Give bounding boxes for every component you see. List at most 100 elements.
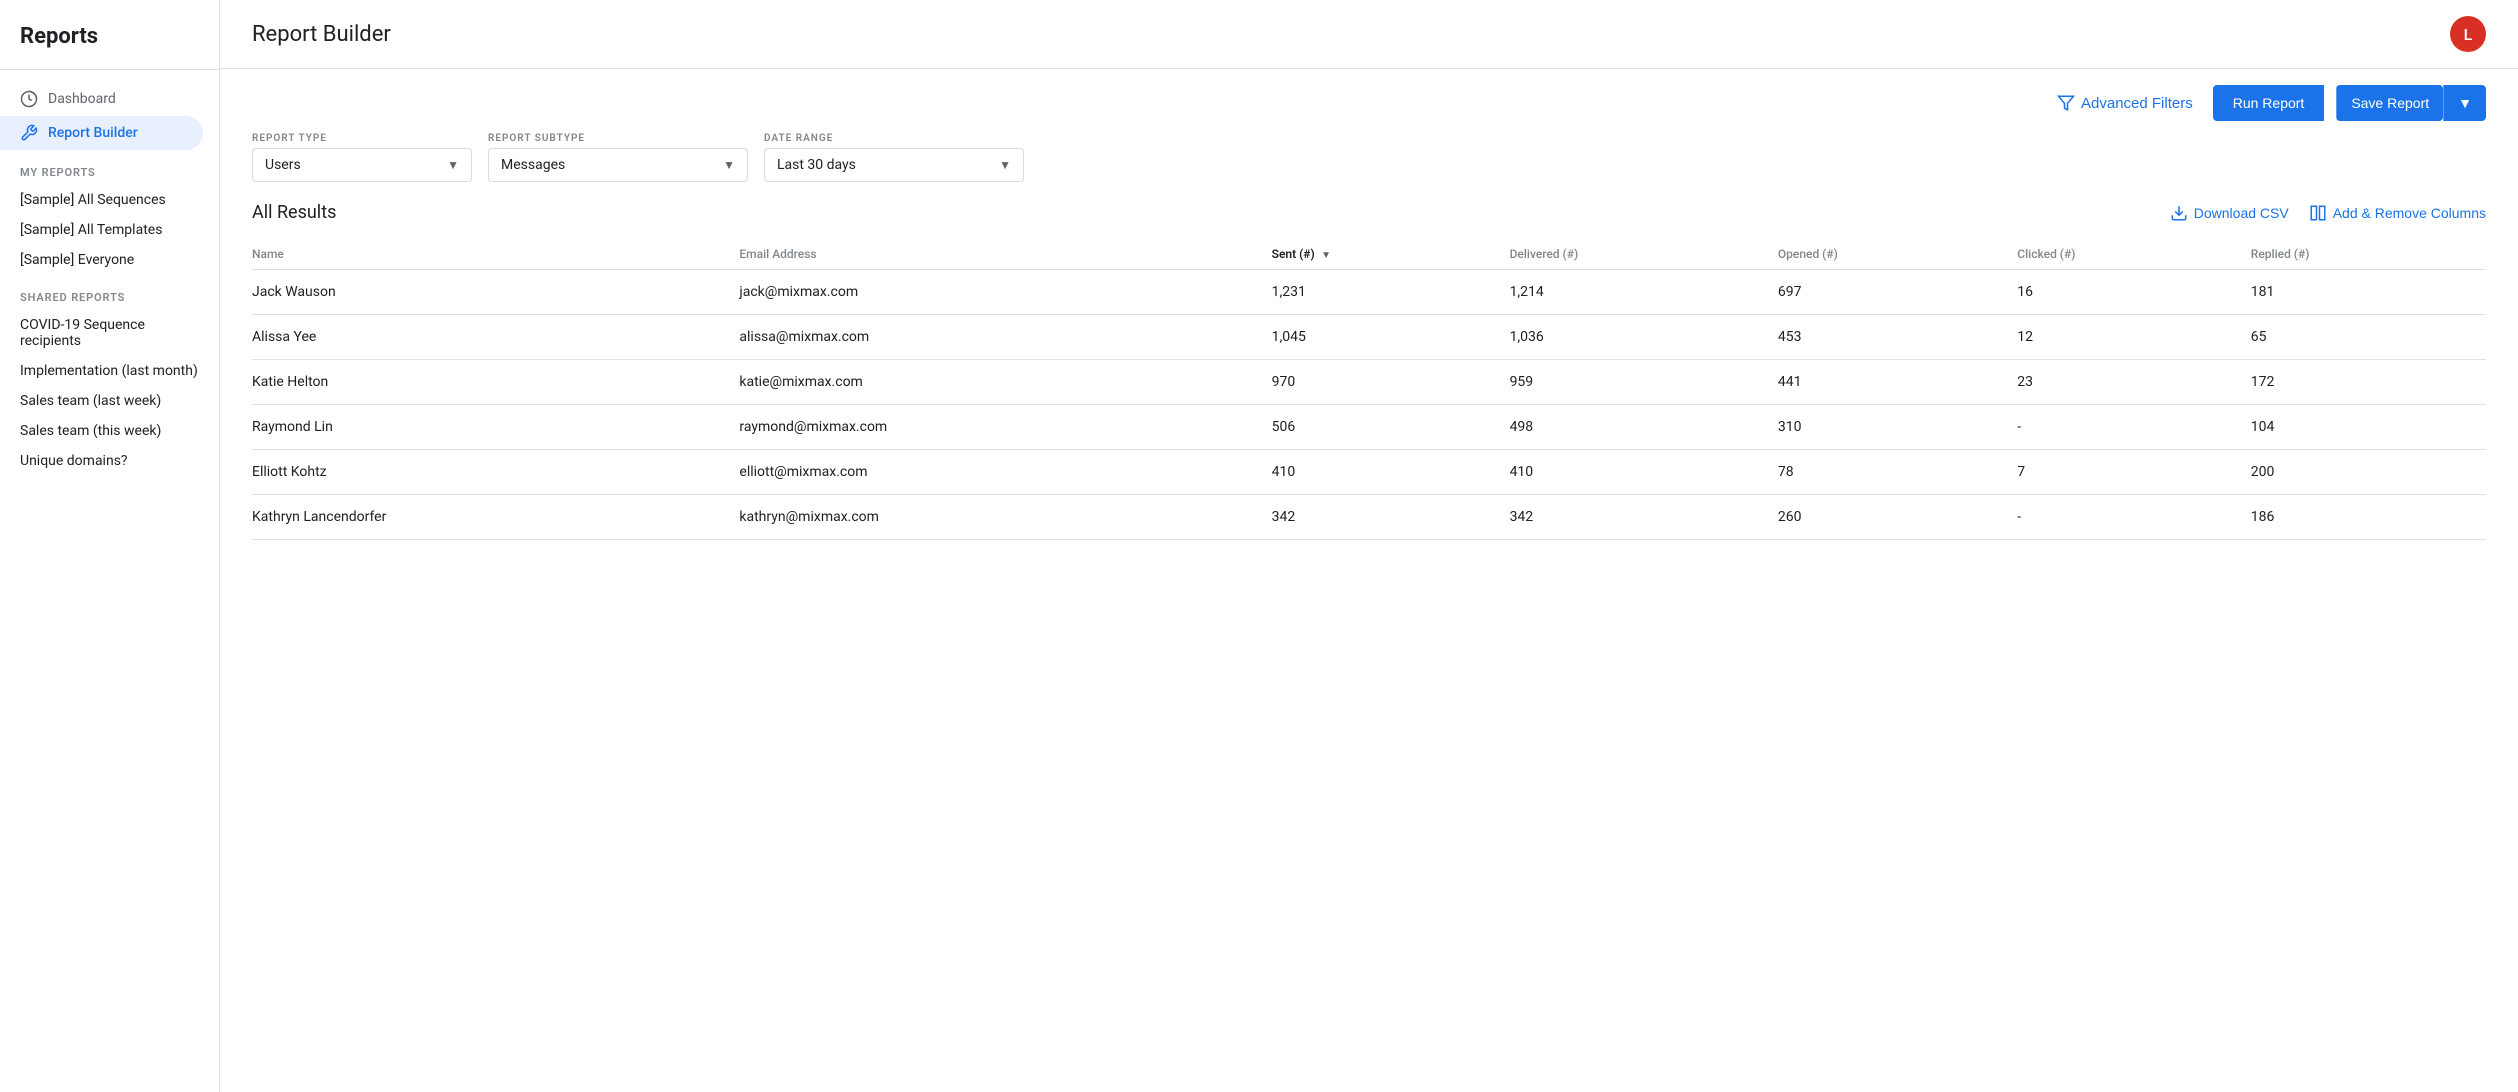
date-range-select[interactable]: Last 30 days ▼ (764, 148, 1024, 182)
dashboard-icon (20, 90, 38, 108)
table-row: Katie Heltonkatie@mixmax.com970959441231… (252, 360, 2486, 405)
sidebar-item-report-builder-label: Report Builder (48, 125, 138, 141)
shared-reports-list: COVID-19 Sequence recipientsImplementati… (0, 310, 219, 476)
cell-email: elliott@mixmax.com (739, 450, 1271, 495)
cell-email: jack@mixmax.com (739, 270, 1271, 315)
save-report-group: Save Report ▼ (2336, 85, 2486, 121)
cell-sent: 506 (1272, 405, 1510, 450)
cell-opened: 453 (1778, 315, 2017, 360)
sidebar: Reports Dashboard (0, 0, 220, 1092)
cell-opened: 260 (1778, 495, 2017, 540)
results-actions: Download CSV Add & Remove Columns (2170, 204, 2486, 222)
date-range-group: DATE RANGE Last 30 days ▼ (764, 133, 1024, 182)
cell-clicked: 12 (2017, 315, 2251, 360)
date-range-label: DATE RANGE (764, 133, 1024, 144)
report-subtype-chevron-icon: ▼ (723, 158, 735, 172)
sidebar-item-sample-all-templates[interactable]: [Sample] All Templates (0, 215, 219, 245)
cell-opened: 78 (1778, 450, 2017, 495)
cell-name: Jack Wauson (252, 270, 739, 315)
cell-replied: 104 (2251, 405, 2486, 450)
col-header-delivered[interactable]: Delivered (#) (1510, 239, 1778, 270)
advanced-filters-label: Advanced Filters (2081, 95, 2193, 112)
report-type-select[interactable]: Users ▼ (252, 148, 472, 182)
table-row: Alissa Yeealissa@mixmax.com1,0451,036453… (252, 315, 2486, 360)
cell-sent: 410 (1272, 450, 1510, 495)
cell-email: kathryn@mixmax.com (739, 495, 1271, 540)
add-remove-columns-button[interactable]: Add & Remove Columns (2309, 204, 2486, 222)
sidebar-item-report-builder[interactable]: Report Builder (0, 116, 203, 150)
download-csv-label: Download CSV (2194, 205, 2289, 221)
sidebar-nav: Dashboard Report Builder (0, 82, 219, 150)
table-row: Jack Wausonjack@mixmax.com1,2311,2146971… (252, 270, 2486, 315)
sidebar-app-title: Reports (0, 24, 219, 69)
cell-email: alissa@mixmax.com (739, 315, 1271, 360)
cell-replied: 172 (2251, 360, 2486, 405)
my-reports-section-label: MY REPORTS (0, 150, 219, 185)
report-subtype-group: REPORT SUBTYPE Messages ▼ (488, 133, 748, 182)
report-subtype-select[interactable]: Messages ▼ (488, 148, 748, 182)
table-body: Jack Wausonjack@mixmax.com1,2311,2146971… (252, 270, 2486, 540)
cell-replied: 200 (2251, 450, 2486, 495)
cell-name: Kathryn Lancendorfer (252, 495, 739, 540)
results-header: All Results Download CSV (252, 202, 2486, 223)
cell-replied: 65 (2251, 315, 2486, 360)
cell-opened: 310 (1778, 405, 2017, 450)
cell-sent: 1,045 (1272, 315, 1510, 360)
col-header-replied[interactable]: Replied (#) (2251, 239, 2486, 270)
col-header-name[interactable]: Name (252, 239, 739, 270)
download-csv-button[interactable]: Download CSV (2170, 204, 2289, 222)
report-type-group: REPORT TYPE Users ▼ (252, 133, 472, 182)
results-section: All Results Download CSV (220, 202, 2518, 1092)
cell-opened: 441 (1778, 360, 2017, 405)
cell-sent: 1,231 (1272, 270, 1510, 315)
col-header-sent[interactable]: Sent (#) ▼ (1272, 239, 1510, 270)
sidebar-item-sales-this-week[interactable]: Sales team (this week) (0, 416, 219, 446)
cell-delivered: 342 (1510, 495, 1778, 540)
sidebar-item-covid19[interactable]: COVID-19 Sequence recipients (0, 310, 219, 356)
cell-delivered: 410 (1510, 450, 1778, 495)
cell-name: Elliott Kohtz (252, 450, 739, 495)
cell-replied: 181 (2251, 270, 2486, 315)
download-icon (2170, 204, 2188, 222)
col-header-opened[interactable]: Opened (#) (1778, 239, 2017, 270)
run-report-button[interactable]: Run Report (2213, 85, 2325, 121)
toolbar: Advanced Filters Run Report Save Report … (220, 69, 2518, 133)
report-type-chevron-icon: ▼ (447, 158, 459, 172)
report-type-value: Users (265, 157, 301, 173)
add-remove-columns-label: Add & Remove Columns (2333, 205, 2486, 221)
save-report-dropdown-button[interactable]: ▼ (2443, 85, 2486, 121)
table-row: Raymond Linraymond@mixmax.com506498310-1… (252, 405, 2486, 450)
table-header-row: NameEmail AddressSent (#) ▼Delivered (#)… (252, 239, 2486, 270)
date-range-value: Last 30 days (777, 157, 856, 173)
col-header-email[interactable]: Email Address (739, 239, 1271, 270)
col-header-clicked[interactable]: Clicked (#) (2017, 239, 2251, 270)
save-report-button[interactable]: Save Report (2336, 85, 2443, 121)
cell-name: Alissa Yee (252, 315, 739, 360)
report-subtype-label: REPORT SUBTYPE (488, 133, 748, 144)
date-range-chevron-icon: ▼ (999, 158, 1011, 172)
table-row: Elliott Kohtzelliott@mixmax.com410410787… (252, 450, 2486, 495)
results-title: All Results (252, 202, 336, 223)
sidebar-item-implementation[interactable]: Implementation (last month) (0, 356, 219, 386)
report-type-label: REPORT TYPE (252, 133, 472, 144)
report-builder-icon (20, 124, 38, 142)
user-avatar[interactable]: L (2450, 16, 2486, 52)
cell-sent: 342 (1272, 495, 1510, 540)
cell-delivered: 498 (1510, 405, 1778, 450)
report-subtype-value: Messages (501, 157, 565, 173)
sidebar-item-sample-everyone[interactable]: [Sample] Everyone (0, 245, 219, 275)
cell-replied: 186 (2251, 495, 2486, 540)
cell-delivered: 1,036 (1510, 315, 1778, 360)
columns-icon (2309, 204, 2327, 222)
cell-opened: 697 (1778, 270, 2017, 315)
cell-email: raymond@mixmax.com (739, 405, 1271, 450)
advanced-filters-button[interactable]: Advanced Filters (2049, 88, 2201, 118)
results-table: NameEmail AddressSent (#) ▼Delivered (#)… (252, 239, 2486, 540)
table-row: Kathryn Lancendorferkathryn@mixmax.com34… (252, 495, 2486, 540)
sidebar-item-sample-all-sequences[interactable]: [Sample] All Sequences (0, 185, 219, 215)
cell-delivered: 959 (1510, 360, 1778, 405)
sidebar-item-unique-domains[interactable]: Unique domains? (0, 446, 219, 476)
cell-email: katie@mixmax.com (739, 360, 1271, 405)
sidebar-item-dashboard[interactable]: Dashboard (0, 82, 203, 116)
sidebar-item-sales-last-week[interactable]: Sales team (last week) (0, 386, 219, 416)
